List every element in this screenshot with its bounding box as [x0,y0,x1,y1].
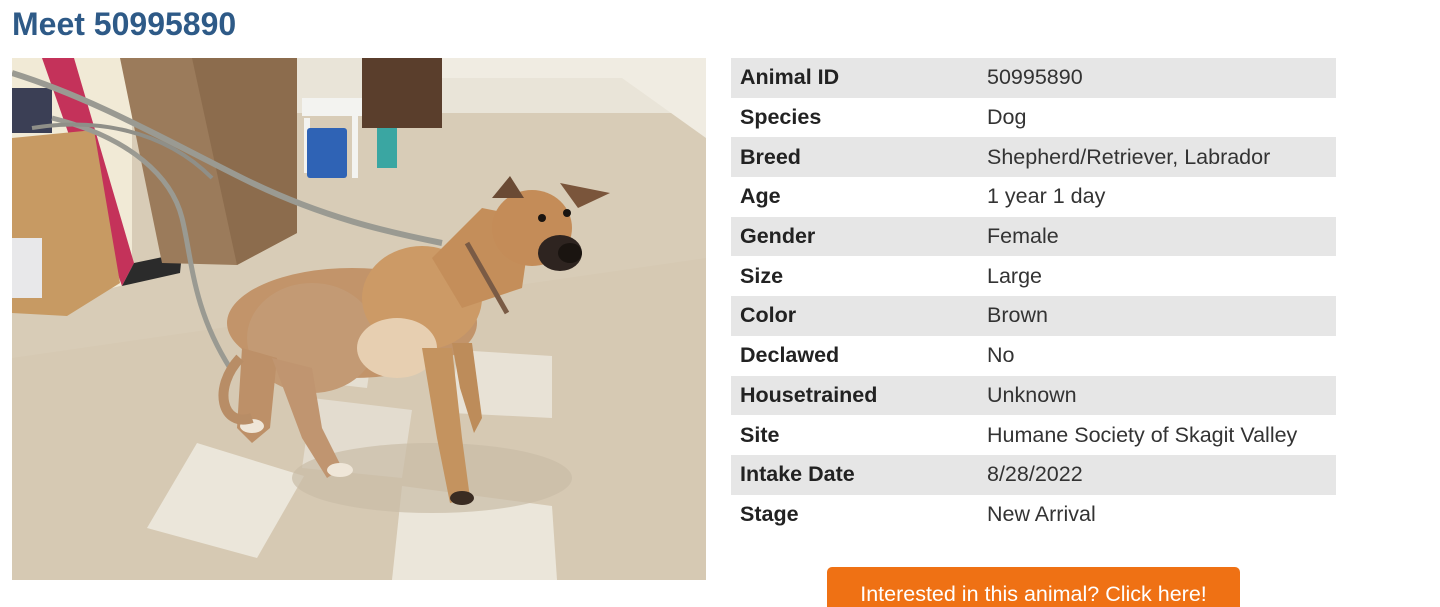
details-row-intake-date: Intake Date 8/28/2022 [731,454,1336,495]
detail-value: Shepherd/Retriever, Labrador [978,137,1336,178]
details-row-breed: Breed Shepherd/Retriever, Labrador [731,137,1336,178]
detail-label: Housetrained [731,375,978,416]
detail-label: Declawed [740,343,840,368]
detail-value: 50995890 [978,58,1336,98]
animal-profile-page: Meet 50995890 Animal ID 50995890 Species… [0,0,1440,607]
detail-value: Dog [987,105,1027,130]
detail-label: Species [740,105,822,130]
detail-label: Size [740,263,784,288]
detail-value: New Arrival [987,501,1096,526]
details-row-animal-id: Animal ID 50995890 [731,58,1336,98]
detail-value: 1 year 1 day [987,184,1106,209]
details-row-declawed: Declawed No [731,336,1336,376]
detail-label: Gender [731,216,978,257]
details-row-gender: Gender Female [731,216,1336,257]
detail-value: No [987,343,1015,368]
detail-label: Animal ID [731,58,978,98]
page-title: Meet 50995890 [12,6,237,42]
details-row-size: Size Large [731,256,1336,296]
detail-value: 8/28/2022 [978,454,1336,495]
detail-label: Site [740,422,780,447]
details-row-species: Species Dog [731,98,1336,138]
animal-photo [12,58,706,580]
detail-value: Unknown [978,375,1336,416]
detail-value: Large [987,263,1042,288]
dog-photo-image [12,58,706,580]
detail-label: Age [740,184,781,209]
detail-value: Female [978,216,1336,257]
animal-details-table: Animal ID 50995890 Species Dog Breed She… [731,58,1336,534]
detail-value: Brown [978,296,1336,336]
details-row-stage: Stage New Arrival [731,495,1336,535]
detail-value: Humane Society of Skagit Valley [987,422,1298,447]
detail-label: Intake Date [731,454,978,495]
details-row-housetrained: Housetrained Unknown [731,375,1336,416]
details-row-age: Age 1 year 1 day [731,177,1336,217]
interested-button[interactable]: Interested in this animal? Click here! [827,567,1240,607]
detail-label: Breed [731,137,978,178]
detail-label: Stage [740,501,799,526]
detail-label: Color [731,296,978,336]
details-row-site: Site Humane Society of Skagit Valley [731,415,1336,455]
details-row-color: Color Brown [731,296,1336,336]
